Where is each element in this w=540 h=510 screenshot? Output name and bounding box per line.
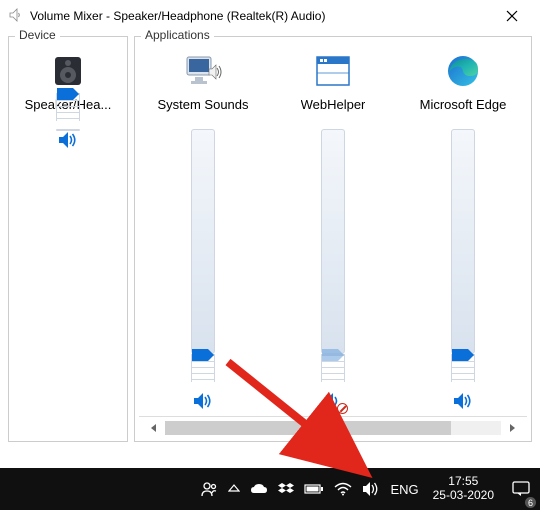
applications-legend: Applications <box>141 28 214 42</box>
app-volume-slider[interactable] <box>399 121 527 382</box>
show-hidden-icons[interactable] <box>228 468 240 510</box>
clock-date: 25-03-2020 <box>433 489 494 503</box>
slider-thumb[interactable] <box>452 349 474 361</box>
notification-count-badge: 6 <box>524 496 537 509</box>
horizontal-scrollbar[interactable] <box>139 419 527 437</box>
app-icon <box>8 7 24 26</box>
app-column-webhelper: WebHelper <box>269 43 397 416</box>
content-area: Device Speaker/Hea... <box>0 32 540 450</box>
app-mute-button[interactable] <box>191 390 215 412</box>
app-volume-slider[interactable] <box>139 121 267 382</box>
edge-icon[interactable] <box>439 47 487 95</box>
language-indicator[interactable]: ENG <box>390 468 418 510</box>
system-sounds-icon[interactable] <box>179 47 227 95</box>
device-mute-button[interactable] <box>56 129 80 151</box>
taskbar: ENG 17:55 25-03-2020 6 <box>0 468 540 510</box>
scroll-right-button[interactable] <box>505 421 519 435</box>
device-legend: Device <box>15 28 60 42</box>
applications-section: Applications <box>134 36 532 442</box>
app-volume-slider[interactable] <box>269 121 397 382</box>
muted-indicator-icon <box>337 403 348 414</box>
device-section: Device Speaker/Hea... <box>8 36 128 442</box>
volume-mixer-window: Volume Mixer - Speaker/Headphone (Realte… <box>0 0 540 450</box>
slider-thumb[interactable] <box>57 88 79 100</box>
app-mute-button[interactable] <box>451 390 475 412</box>
window-title: Volume Mixer - Speaker/Headphone (Realte… <box>30 9 325 23</box>
app-column-system-sounds: System Sounds <box>139 43 267 416</box>
clock[interactable]: 17:55 25-03-2020 <box>429 468 498 510</box>
dropbox-icon[interactable] <box>278 468 294 510</box>
close-button[interactable] <box>492 2 532 30</box>
scroll-left-button[interactable] <box>147 421 161 435</box>
volume-tray-icon[interactable] <box>362 468 380 510</box>
app-column-edge: Microsoft Edge <box>399 43 527 416</box>
clock-time: 17:55 <box>448 475 478 489</box>
scroll-thumb[interactable] <box>165 421 451 435</box>
people-icon[interactable] <box>200 468 218 510</box>
slider-thumb[interactable] <box>192 349 214 361</box>
action-center-icon[interactable]: 6 <box>508 468 534 510</box>
slider-thumb[interactable] <box>322 349 344 361</box>
titlebar[interactable]: Volume Mixer - Speaker/Headphone (Realte… <box>0 0 540 32</box>
app-label: WebHelper <box>301 97 366 117</box>
app-label: Microsoft Edge <box>420 97 507 117</box>
battery-icon[interactable] <box>304 468 324 510</box>
scroll-track[interactable] <box>165 421 501 435</box>
onedrive-icon[interactable] <box>250 468 268 510</box>
app-mute-button[interactable] <box>321 390 345 412</box>
wifi-icon[interactable] <box>334 468 352 510</box>
webhelper-icon[interactable] <box>309 47 357 95</box>
app-label: System Sounds <box>157 97 248 117</box>
